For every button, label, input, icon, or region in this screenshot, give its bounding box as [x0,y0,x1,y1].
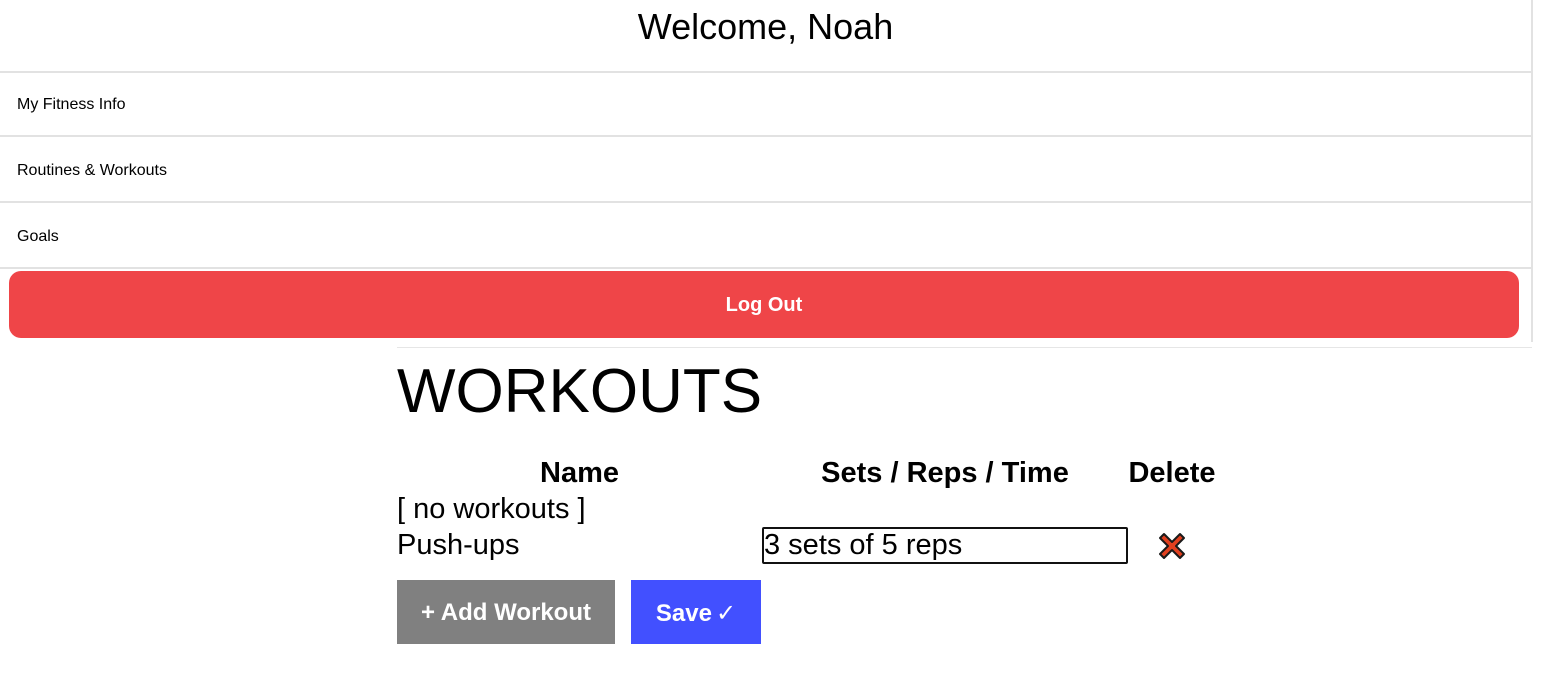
checkmark-icon: ✓ [715,599,737,627]
delete-workout-button[interactable] [1155,529,1189,563]
nav-item-goals[interactable]: Goals [0,205,1531,269]
add-workout-button[interactable]: + Add Workout [397,580,615,644]
sets-reps-time-input[interactable] [762,527,1128,564]
top-panel: Welcome, Noah My Fitness Info Routines &… [0,0,1533,342]
workouts-title: WORKOUTS [397,357,763,426]
save-label: Save [655,600,712,627]
welcome-heading: Welcome, Noah [0,0,1531,73]
nav-item-routines-workouts[interactable]: Routines & Workouts [0,139,1531,203]
column-header-name: Name [540,457,619,489]
workout-name: Push-ups [397,529,520,561]
close-x-icon [1159,533,1185,559]
empty-workouts-text: [ no workouts ] [397,493,586,525]
column-header-delete: Delete [1128,457,1216,489]
save-button[interactable]: Save ✓ [631,580,761,644]
column-header-sets-reps-time: Sets / Reps / Time [821,457,1069,489]
logout-button[interactable]: Log Out [9,271,1519,338]
nav-item-my-fitness-info[interactable]: My Fitness Info [0,73,1531,137]
section-divider [397,347,1532,348]
